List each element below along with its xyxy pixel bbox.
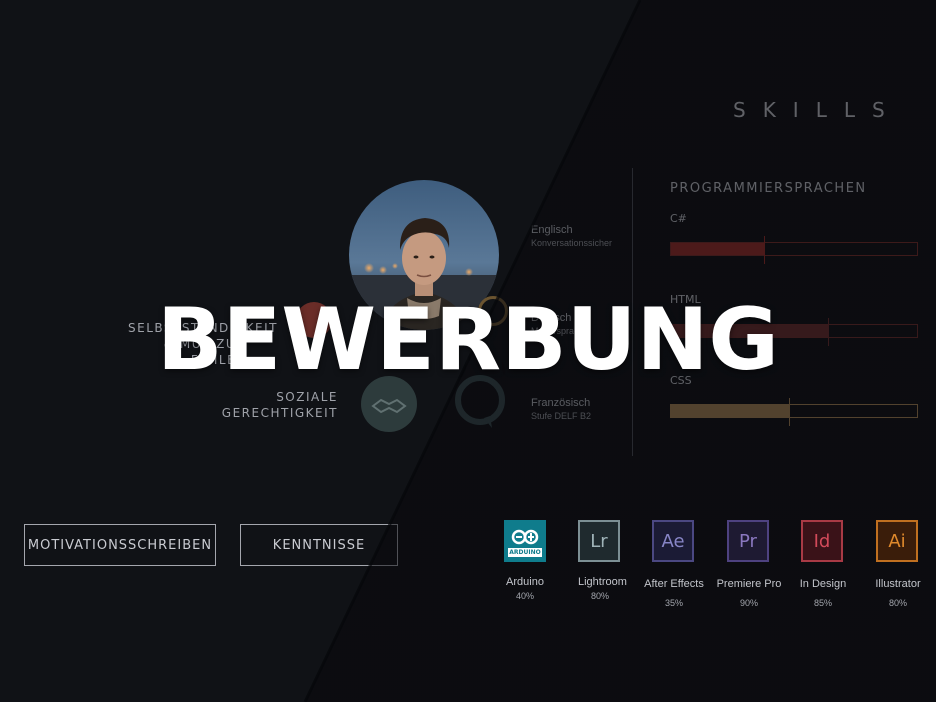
spoken-language-name: Französisch [531,397,591,409]
progress-fill-csharp [671,243,765,255]
app-name: Premiere Pro [716,578,782,590]
progress-fill-css [671,405,790,417]
spoken-language-level: Stufe DELF B2 [531,411,592,421]
lightroom-icon: Lr [578,520,620,562]
app-indesign: Id [801,520,845,562]
motivation-letter-button[interactable]: MOTIVATIONSSCHREIBEN [24,524,216,566]
after-effects-icon: Ae [652,520,694,562]
progress-bar-css [670,398,918,426]
progress-marker-css [789,398,791,426]
value-social-justice: SOZIALE GERECHTIGKEIT [221,390,338,420]
progress-marker-csharp [764,236,766,264]
app-premiere-pro: Pr [727,520,771,562]
page: SKILLS PROGRAMMIERSPRACHEN C# HTML CSS E… [0,0,936,702]
premiere-pro-icon: Pr [727,520,769,562]
spoken-language-level: Konversationssicher [531,238,613,248]
illustrator-icon: Ai [876,520,918,562]
app-name: Arduino [506,576,544,588]
app-percent: 85% [813,598,832,608]
spoken-language-english: Englisch Konversationssicher [531,224,612,248]
spoken-language-name: Englisch [531,224,573,236]
app-name: After Effects [644,578,704,590]
app-percent: 80% [590,591,609,601]
arduino-logo [504,520,546,562]
spoken-language-french: Französisch Stufe DELF B2 [531,397,591,421]
app-lightroom: Lr Lightroom 80% [578,520,627,601]
app-name: Lightroom [578,576,627,588]
indesign-icon: Id [801,520,843,562]
progress-bar-csharp [670,236,918,264]
app-arduino: Arduino 40% [504,520,564,601]
app-name: Illustrator [875,578,921,590]
app-percent: 40% [515,591,534,601]
app-percent: 35% [664,598,683,608]
programming-title: PROGRAMMIERSPRACHEN [670,181,867,196]
app-percent: 90% [739,598,758,608]
app-percent: 80% [888,598,907,608]
app-illustrator: Ai [876,520,920,562]
arduino-icon [504,520,546,562]
skills-button[interactable]: KENNTNISSE [240,524,398,566]
app-name: In Design [799,578,847,590]
app-after-effects: Ae [652,520,696,562]
hero-title: BEWERBUNG [156,290,780,390]
skills-title: SKILLS [733,98,902,122]
language-label-csharp: C# [670,212,687,225]
